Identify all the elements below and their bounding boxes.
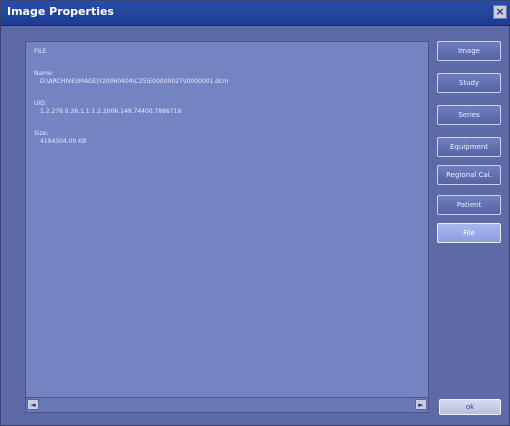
regional-cal-button[interactable]: Regional Cal.: [437, 165, 501, 185]
equipment-button[interactable]: Equipment: [437, 137, 501, 157]
name-value: D:\ARCHIVE\IMAGE\Y20060404\C25\E00000027…: [40, 78, 229, 85]
study-button[interactable]: Study: [437, 73, 501, 93]
properties-panel: FILE Name: D:\ARCHIVE\IMAGE\Y20060404\C2…: [25, 41, 429, 413]
series-button[interactable]: Series: [437, 105, 501, 125]
properties-text: FILE Name: D:\ARCHIVE\IMAGE\Y20060404\C2…: [34, 48, 228, 146]
name-label: Name:: [34, 70, 54, 77]
uid-value: 1.2.276.0.26.1.1.1.2.2006.149.74400.7886…: [40, 108, 182, 115]
close-icon[interactable]: ×: [493, 5, 507, 19]
size-value: 4194304.00 KB: [40, 138, 87, 145]
image-properties-window: Image Properties × FILE Name: D:\ARCHIVE…: [0, 0, 510, 426]
title-bar[interactable]: Image Properties ×: [1, 1, 510, 26]
uid-label: UID:: [34, 100, 47, 107]
image-button[interactable]: Image: [437, 41, 501, 61]
file-button[interactable]: File: [437, 223, 501, 243]
scroll-right-icon[interactable]: ►: [415, 399, 427, 410]
patient-button[interactable]: Patient: [437, 195, 501, 215]
scroll-left-icon[interactable]: ◄: [27, 399, 39, 410]
horizontal-scrollbar[interactable]: ◄ ►: [26, 397, 428, 412]
window-title: Image Properties: [7, 5, 114, 18]
section-file-label: FILE: [34, 48, 47, 55]
size-label: Size:: [34, 130, 49, 137]
ok-button[interactable]: ok: [439, 399, 501, 415]
